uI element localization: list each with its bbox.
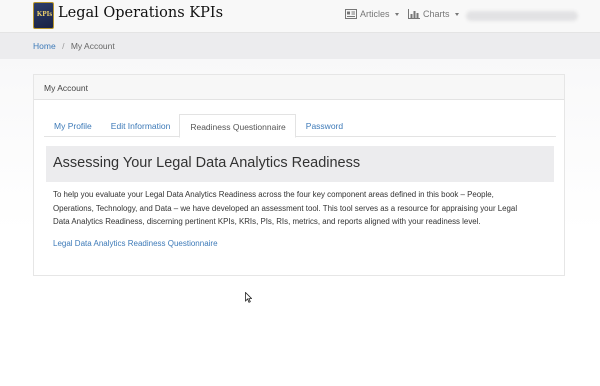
description-paragraph: To help you evaluate your Legal Data Ana… bbox=[53, 188, 558, 229]
top-navbar: KPIs Legal Operations KPIs Articles Char… bbox=[0, 0, 600, 33]
description-line: Operations, Technology, and Data – we ha… bbox=[53, 203, 518, 213]
bar-chart-icon bbox=[408, 9, 420, 19]
mouse-cursor-icon bbox=[245, 292, 252, 303]
user-menu[interactable] bbox=[466, 11, 578, 21]
tab-my-profile[interactable]: My Profile bbox=[44, 114, 101, 137]
description-line: Data Analytics Readiness, discerning per… bbox=[53, 217, 481, 226]
logo-text: KPIs bbox=[36, 10, 53, 18]
brand-logo[interactable]: KPIs bbox=[33, 2, 54, 29]
tab-password[interactable]: Password bbox=[296, 114, 352, 137]
tab-edit-information[interactable]: Edit Information bbox=[101, 114, 180, 137]
site-title[interactable]: Legal Operations KPIs bbox=[58, 5, 223, 21]
description-line: To help you evaluate your Legal Data Ana… bbox=[53, 190, 494, 199]
nav-articles-label: Articles bbox=[360, 9, 390, 19]
chevron-down-icon bbox=[394, 12, 399, 16]
nav-charts-dropdown[interactable]: Charts bbox=[408, 9, 459, 19]
account-tabs: My Profile Edit Information Readiness Qu… bbox=[44, 114, 556, 138]
chevron-down-icon bbox=[454, 12, 459, 16]
panel-title: My Account bbox=[44, 83, 88, 93]
nav-charts-label: Charts bbox=[423, 9, 450, 19]
breadcrumb-home-link[interactable]: Home bbox=[33, 41, 56, 51]
breadcrumb-current: My Account bbox=[70, 41, 115, 51]
questionnaire-link[interactable]: Legal Data Analytics Readiness Questionn… bbox=[53, 239, 218, 248]
panel-heading: My Account bbox=[34, 75, 564, 100]
account-panel: My Account My Profile Edit Information R… bbox=[33, 74, 565, 276]
nav-articles-dropdown[interactable]: Articles bbox=[345, 9, 399, 19]
content-header: Assessing Your Legal Data Analytics Read… bbox=[46, 146, 554, 182]
breadcrumb: Home / My Account bbox=[0, 33, 600, 59]
article-icon bbox=[345, 9, 357, 19]
breadcrumb-separator: / bbox=[62, 41, 65, 51]
tab-readiness-questionnaire[interactable]: Readiness Questionnaire bbox=[179, 114, 296, 138]
page-title: Assessing Your Legal Data Analytics Read… bbox=[53, 155, 361, 171]
